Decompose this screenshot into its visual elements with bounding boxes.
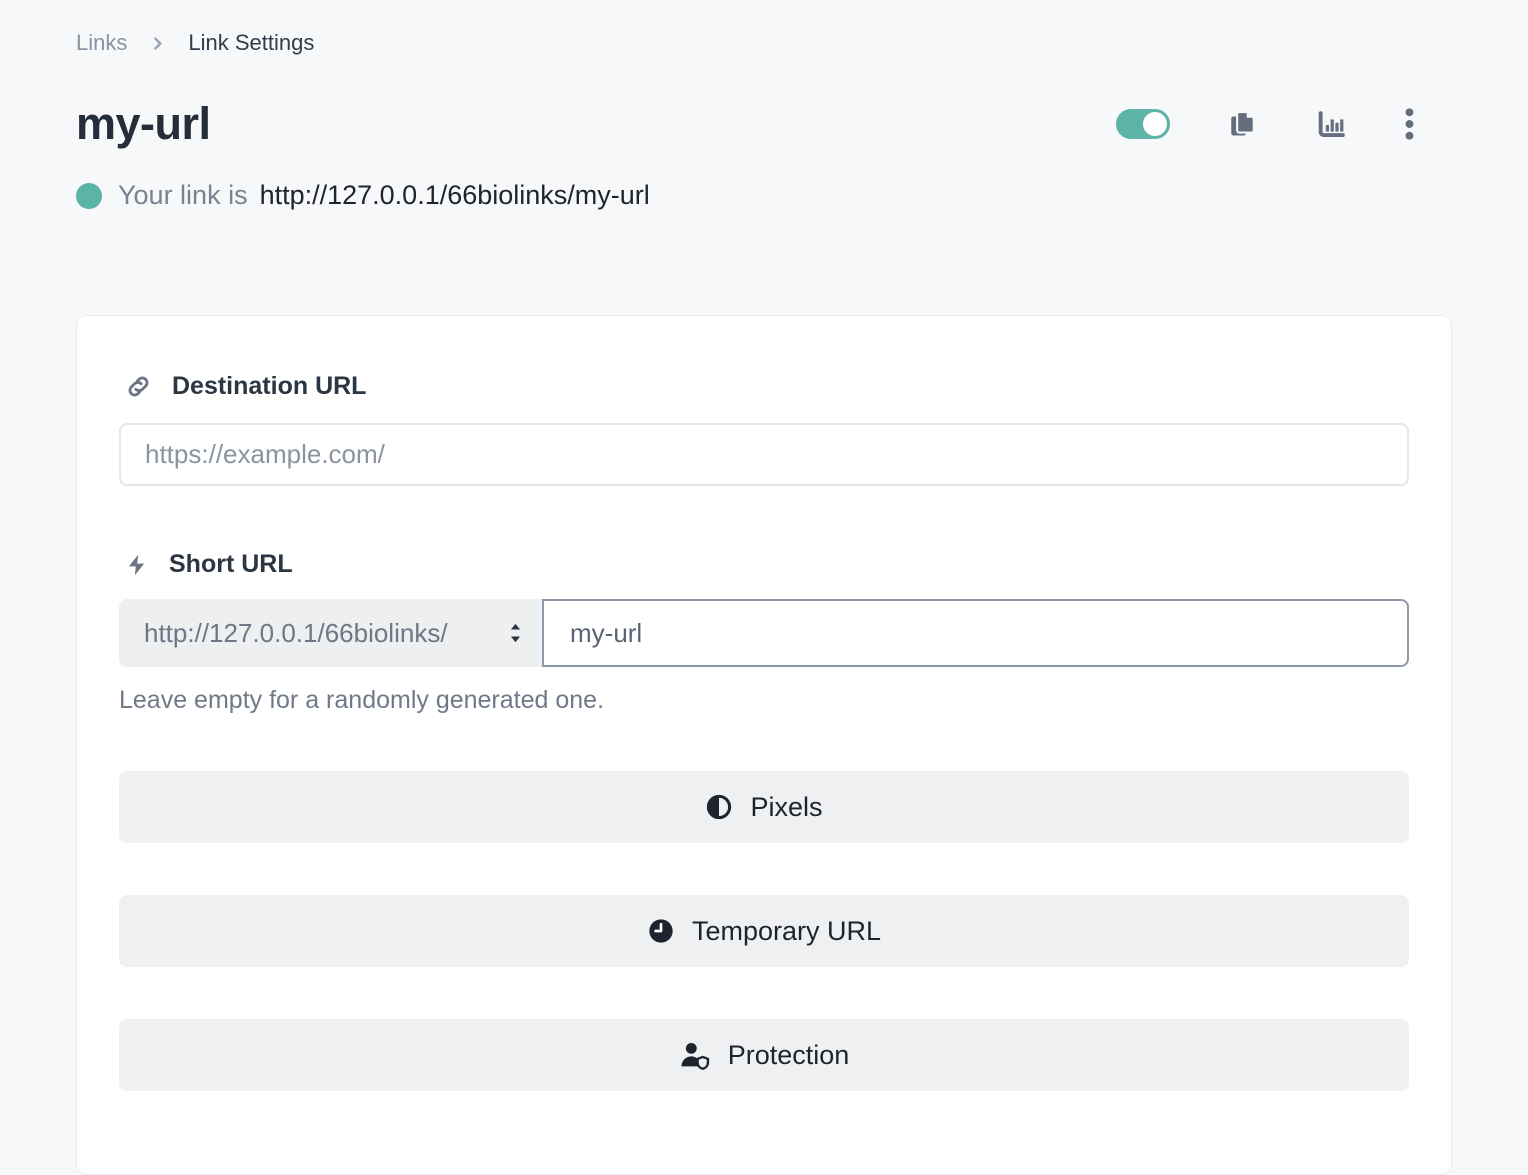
- copy-link-button[interactable]: [1228, 109, 1258, 139]
- link-settings-page: Links Link Settings my-url: [0, 30, 1528, 1175]
- protection-button-label: Protection: [728, 1040, 850, 1071]
- temporary-url-button-label: Temporary URL: [692, 916, 881, 947]
- lightning-bolt-icon: [125, 551, 149, 579]
- user-shield-icon: [679, 1040, 711, 1070]
- header-actions: [1116, 108, 1452, 140]
- page-title: my-url: [76, 98, 211, 150]
- short-url-input-group: http://127.0.0.1/66biolinks/: [119, 599, 1409, 667]
- link-icon: [125, 373, 152, 400]
- protection-button[interactable]: Protection: [119, 1019, 1409, 1091]
- destination-url-label-row: Destination URL: [119, 372, 1409, 401]
- header-row: my-url: [76, 98, 1452, 150]
- short-url-domain-select[interactable]: http://127.0.0.1/66biolinks/: [119, 599, 542, 667]
- link-status-row: Your link is http://127.0.0.1/66biolinks…: [76, 180, 1452, 211]
- chevron-right-icon: [149, 35, 166, 52]
- short-url-label-row: Short URL: [119, 550, 1409, 579]
- status-dot: [76, 183, 102, 209]
- temporary-url-button[interactable]: Temporary URL: [119, 895, 1409, 967]
- link-settings-card: Destination URL Short URL http://127.0.0…: [76, 315, 1452, 1175]
- toggle-knob: [1143, 112, 1167, 136]
- copy-icon: [1228, 109, 1258, 139]
- status-url: http://127.0.0.1/66biolinks/my-url: [260, 180, 650, 211]
- bar-chart-icon: [1316, 109, 1347, 140]
- short-url-help-text: Leave empty for a randomly generated one…: [119, 686, 1409, 715]
- breadcrumb: Links Link Settings: [76, 30, 1452, 56]
- clock-icon: [647, 917, 675, 945]
- destination-url-label: Destination URL: [172, 372, 366, 401]
- link-enabled-toggle[interactable]: [1116, 109, 1170, 139]
- select-arrows-icon: [505, 620, 526, 646]
- short-url-slug-input[interactable]: [542, 599, 1409, 667]
- statistics-button[interactable]: [1316, 109, 1347, 140]
- destination-url-input[interactable]: [119, 423, 1409, 486]
- short-url-label: Short URL: [169, 550, 293, 579]
- half-circle-icon: [705, 793, 733, 821]
- more-options-button[interactable]: [1405, 108, 1414, 140]
- selected-domain: http://127.0.0.1/66biolinks/: [144, 618, 505, 649]
- breadcrumb-links[interactable]: Links: [76, 30, 127, 56]
- kebab-menu-icon: [1405, 108, 1414, 140]
- breadcrumb-current: Link Settings: [188, 30, 314, 56]
- status-prefix: Your link is: [118, 180, 248, 211]
- pixels-button-label: Pixels: [750, 792, 822, 823]
- pixels-button[interactable]: Pixels: [119, 771, 1409, 843]
